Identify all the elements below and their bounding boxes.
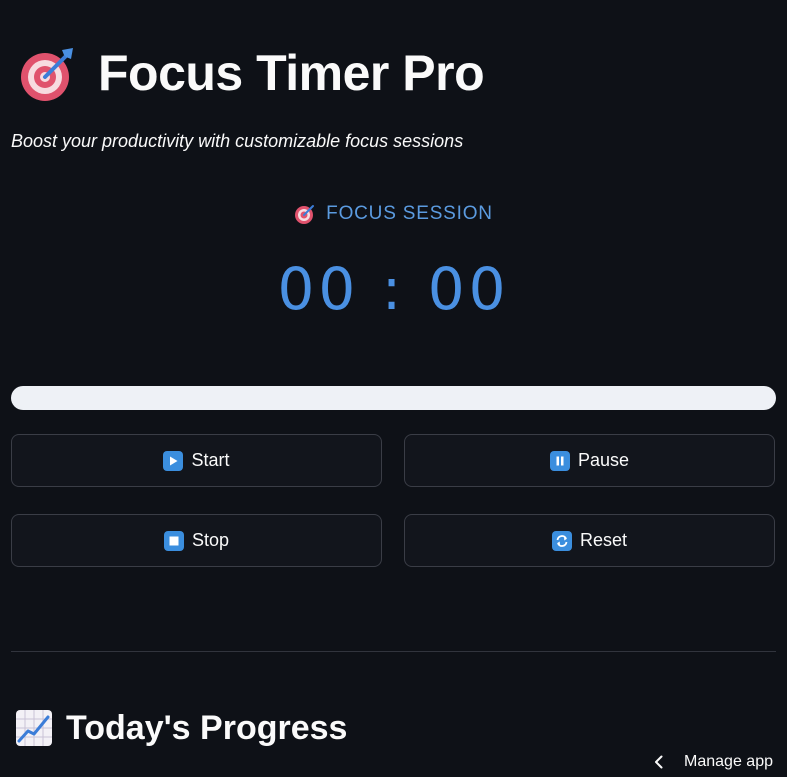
stop-button[interactable]: Stop (11, 514, 382, 567)
refresh-arrows-icon (551, 530, 572, 551)
pause-button-label: Pause (577, 450, 630, 470)
timer-display: 00 : 00 (277, 255, 510, 323)
session-progress-bar (11, 386, 776, 410)
page-subtitle: Boost your productivity with customizabl… (11, 131, 464, 151)
start-button-label: Start (191, 450, 230, 470)
chevron-left-icon (650, 753, 668, 771)
progress-section-header: Today's Progress (16, 706, 347, 750)
pause-button-icon (549, 450, 570, 471)
play-button-icon (163, 450, 184, 471)
reset-button[interactable]: Reset (404, 514, 775, 567)
start-button[interactable]: Start (11, 434, 382, 487)
stop-button-label: Stop (191, 530, 230, 550)
manage-app-label: Manage app (684, 753, 773, 770)
direct-hit-target-icon (294, 203, 316, 225)
progress-section-title: Today's Progress (66, 708, 348, 747)
chart-increasing-icon (16, 710, 52, 746)
manage-app-button[interactable]: Manage app (650, 748, 773, 776)
page-title: Focus Timer Pro (98, 45, 485, 101)
direct-hit-target-icon (18, 44, 76, 102)
session-label-text: FOCUS SESSION (326, 203, 493, 224)
session-label: FOCUS SESSION (0, 203, 787, 225)
page-header: Focus Timer Pro (18, 40, 485, 106)
stop-button-icon (163, 530, 184, 551)
pause-button[interactable]: Pause (404, 434, 775, 487)
reset-button-label: Reset (579, 530, 628, 550)
section-divider (11, 651, 776, 652)
